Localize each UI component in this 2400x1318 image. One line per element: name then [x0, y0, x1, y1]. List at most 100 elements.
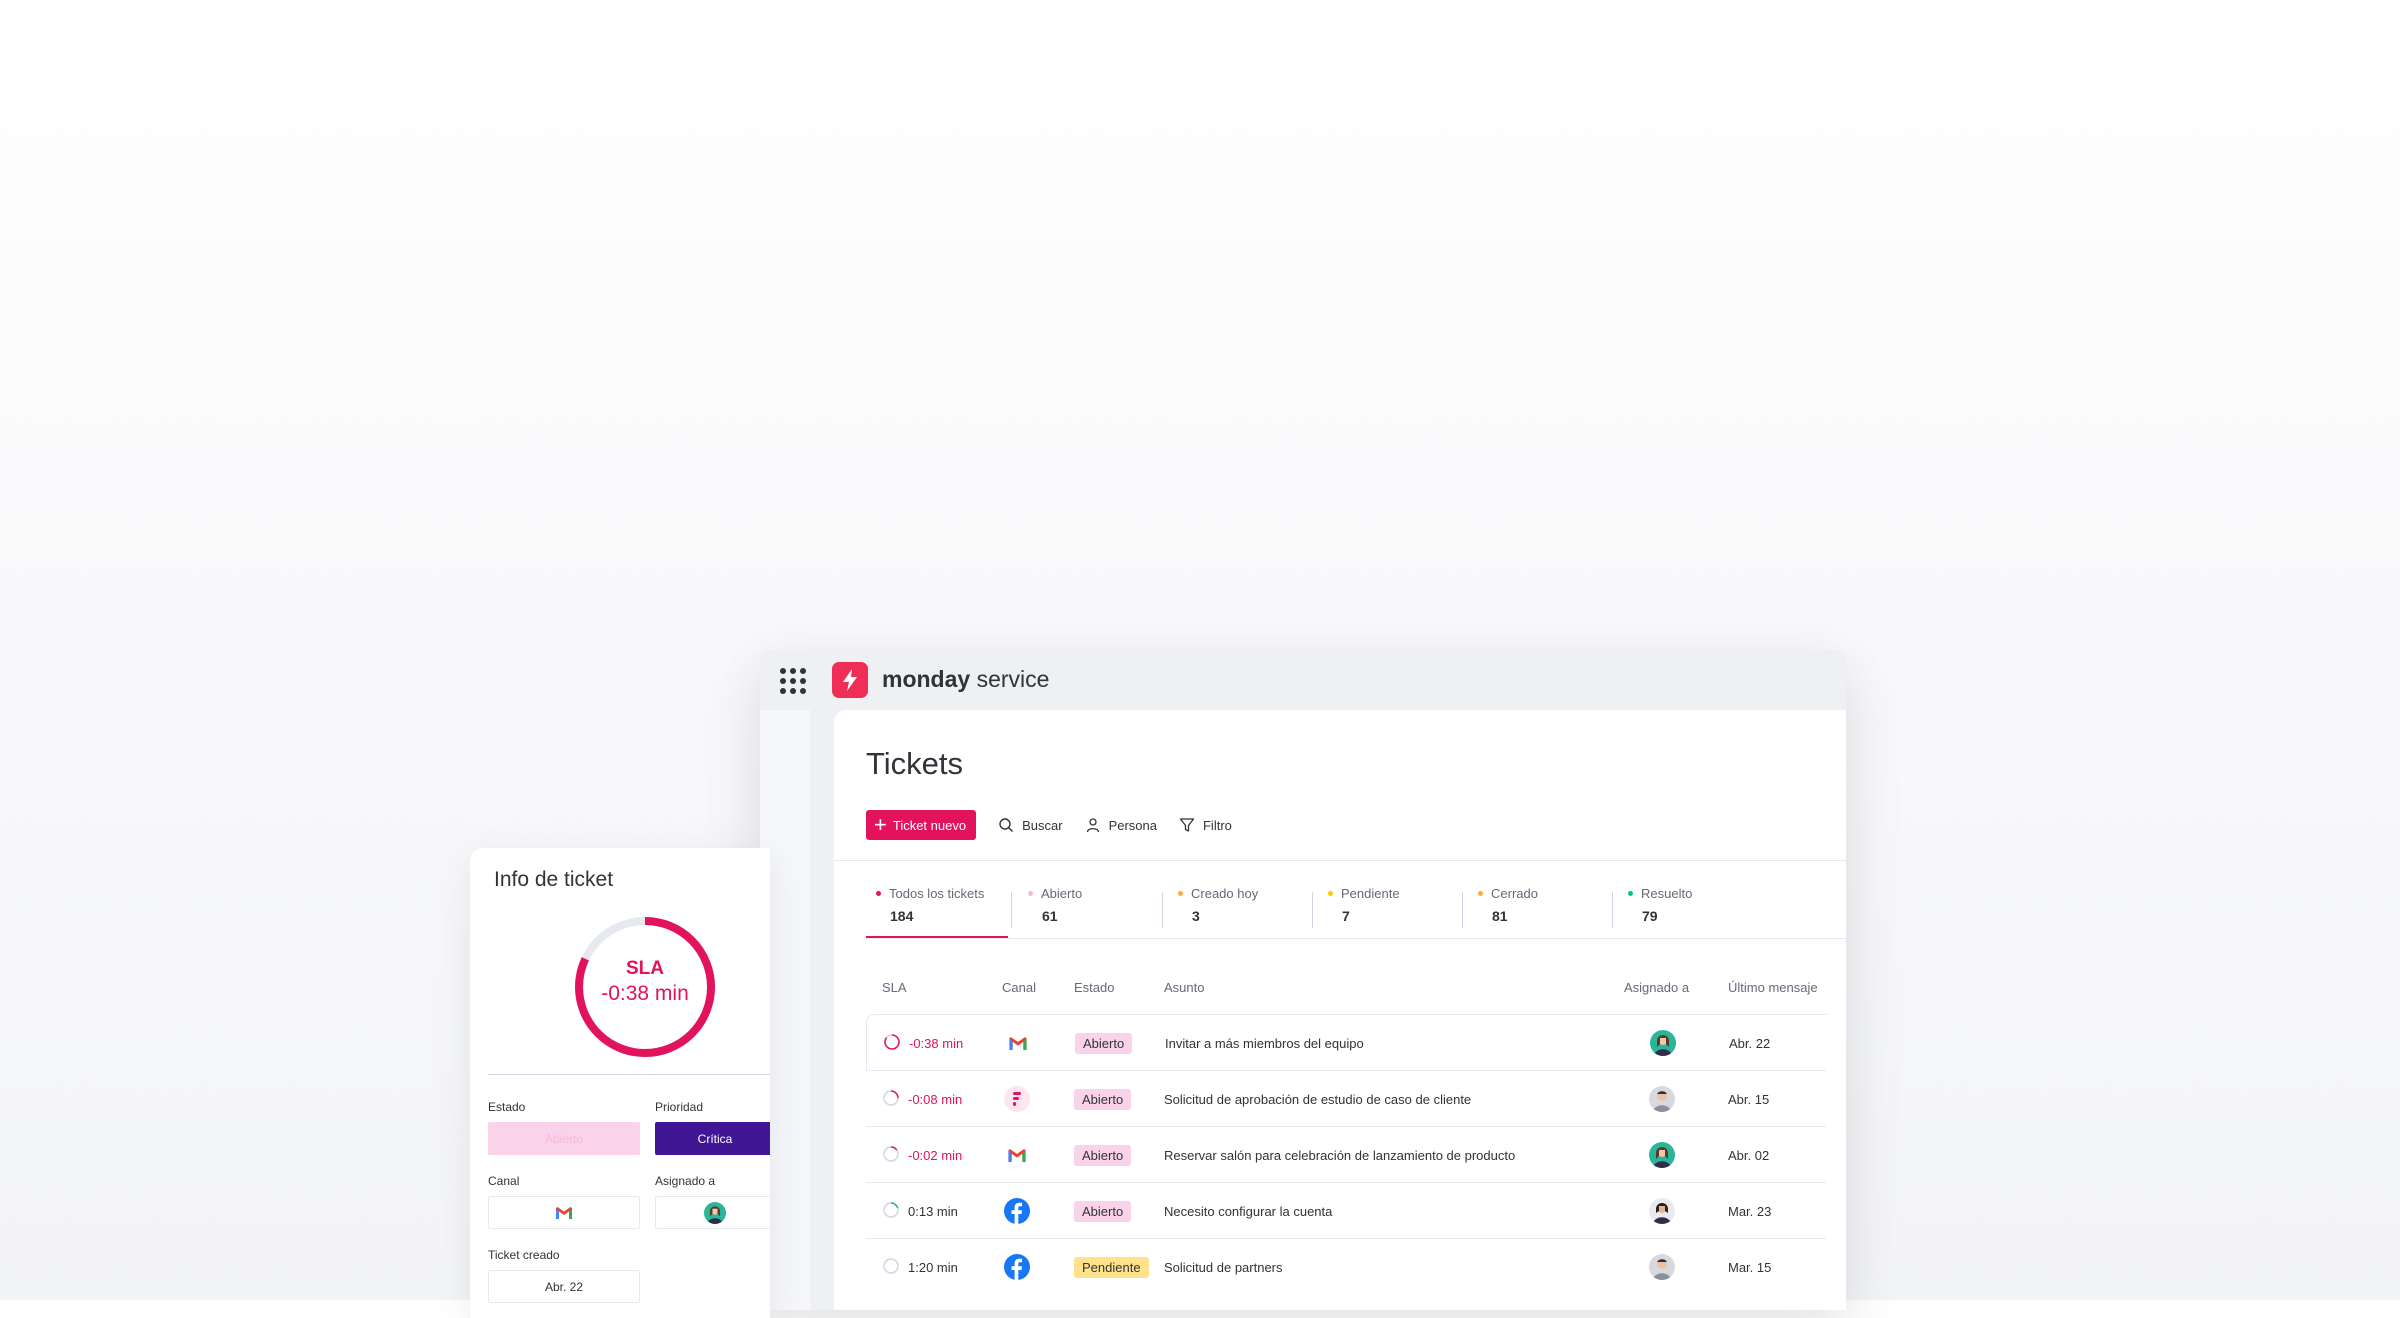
- status-dot: [1028, 891, 1033, 896]
- last-message-cell: Mar. 23: [1728, 1203, 1772, 1219]
- assignee-cell[interactable]: [1648, 1127, 1676, 1183]
- sla-timer-icon: [882, 1201, 900, 1222]
- table-row[interactable]: -0:38 min Abierto Invitar a más miembros d…: [866, 1014, 1827, 1071]
- sla-timer-icon: [883, 1033, 901, 1054]
- tab-count: 7: [1342, 908, 1350, 924]
- subject-cell[interactable]: Solicitud de aprobación de estudio de ca…: [1164, 1071, 1471, 1127]
- sla-cell: -0:02 min: [882, 1127, 962, 1183]
- status-badge: Abierto: [1075, 1032, 1133, 1054]
- asignado-field[interactable]: [655, 1196, 770, 1229]
- ticket-info-panel: Info de ticket SLA -0:38 min Estado Prio…: [470, 848, 770, 1318]
- header-estado[interactable]: Estado: [1074, 980, 1114, 995]
- status-dot: [876, 891, 881, 896]
- header-ultimo-mensaje[interactable]: Último mensaje: [1728, 980, 1818, 995]
- tab-label: Creado hoy: [1191, 886, 1259, 901]
- last-message-cell: Abr. 15: [1728, 1091, 1770, 1107]
- header-sla[interactable]: SLA: [882, 980, 907, 995]
- panel-title: Info de ticket: [494, 868, 614, 891]
- creado-field[interactable]: Abr. 22: [488, 1270, 640, 1303]
- search-button[interactable]: Buscar: [998, 817, 1063, 833]
- estado-field[interactable]: Abierto: [488, 1122, 640, 1155]
- tab-label: Todos los tickets: [889, 886, 985, 901]
- assignee-cell[interactable]: [1649, 1015, 1677, 1071]
- ticket-status-tabs: Todos los tickets 184 Abierto 61 Creado …: [866, 886, 1846, 940]
- app-window: monday service Tickets + Ticket nuevo Bu…: [760, 650, 1846, 1310]
- table-row[interactable]: 1:20 min Pendiente Solicitud de partners Ma…: [866, 1238, 1826, 1295]
- tab-todos[interactable]: Todos los tickets 184: [866, 886, 984, 940]
- subject-cell[interactable]: Reservar salón para celebración de lanza…: [1164, 1127, 1515, 1183]
- sla-time: 1:20 min: [908, 1259, 958, 1275]
- person-button[interactable]: Persona: [1085, 817, 1157, 833]
- status-badge: Abierto: [1074, 1088, 1132, 1110]
- sla-ring-value: -0:38 min: [601, 982, 689, 1005]
- assignee-cell[interactable]: [1648, 1183, 1676, 1239]
- last-message-cell: Abr. 22: [1729, 1035, 1771, 1051]
- assignee-cell[interactable]: [1648, 1071, 1676, 1127]
- main-content: Tickets + Ticket nuevo Buscar Persona Fi…: [834, 710, 1846, 1310]
- avatar: [1649, 1142, 1675, 1168]
- prioridad-field[interactable]: Crítica: [655, 1122, 770, 1155]
- sla-cell: -0:38 min: [883, 1015, 963, 1071]
- assignee-cell[interactable]: [1648, 1239, 1676, 1295]
- table-row[interactable]: 0:13 min Abierto Necesito configurar la cu…: [866, 1182, 1826, 1239]
- tab-divider: [1162, 892, 1163, 928]
- tab-label: Resuelto: [1641, 886, 1693, 901]
- avatar: [1649, 1254, 1675, 1280]
- tab-count: 61: [1042, 908, 1058, 924]
- estado-cell[interactable]: Abierto: [1075, 1015, 1133, 1071]
- tab-resuelto[interactable]: Resuelto 79: [1618, 886, 1692, 940]
- header-asunto[interactable]: Asunto: [1164, 980, 1204, 995]
- tab-divider: [1612, 892, 1613, 928]
- estado-cell[interactable]: Abierto: [1074, 1183, 1132, 1239]
- header-canal[interactable]: Canal: [1002, 980, 1036, 995]
- table-row[interactable]: -0:08 min Abierto Solicitud de aprobación …: [866, 1070, 1826, 1127]
- tab-count: 81: [1492, 908, 1508, 924]
- tab-label: Abierto: [1041, 886, 1083, 901]
- subject-cell[interactable]: Invitar a más miembros del equipo: [1165, 1015, 1364, 1071]
- apps-grid-icon[interactable]: [780, 668, 806, 694]
- subject-cell[interactable]: Solicitud de partners: [1164, 1239, 1283, 1295]
- estado-cell[interactable]: Pendiente: [1074, 1239, 1149, 1295]
- sla-cell: 1:20 min: [882, 1239, 958, 1295]
- prioridad-field-label: Prioridad: [655, 1100, 704, 1114]
- new-ticket-button[interactable]: + Ticket nuevo: [866, 810, 977, 840]
- tab-abierto[interactable]: Abierto 61: [1018, 886, 1082, 940]
- search-label: Buscar: [1022, 817, 1063, 833]
- panel-divider: [488, 1074, 770, 1075]
- gmail-icon: [1003, 1015, 1033, 1071]
- sla-time: 0:13 min: [908, 1203, 958, 1219]
- avatar: [1650, 1030, 1676, 1056]
- gmail-icon: [556, 1206, 572, 1219]
- tabs-divider: [866, 938, 1846, 939]
- asignado-field-label: Asignado a: [655, 1174, 716, 1188]
- tab-label: Cerrado: [1491, 886, 1538, 901]
- canal-field-label: Canal: [488, 1174, 520, 1188]
- tab-count: 3: [1192, 908, 1200, 924]
- monday-service-logo-icon: [832, 662, 868, 698]
- avatar: [1649, 1198, 1675, 1224]
- table-row[interactable]: -0:02 min Abierto Reservar salón para cele…: [866, 1126, 1826, 1183]
- status-dot: [1478, 891, 1483, 896]
- page-title: Tickets: [866, 746, 964, 781]
- toolbar-divider: [834, 860, 1846, 861]
- person-icon: [1086, 818, 1099, 833]
- filter-button[interactable]: Filtro: [1179, 817, 1232, 833]
- tab-creado-hoy[interactable]: Creado hoy 3: [1168, 886, 1258, 940]
- tab-divider: [1462, 892, 1463, 928]
- canal-field[interactable]: [488, 1196, 640, 1229]
- subject-cell[interactable]: Necesito configurar la cuenta: [1164, 1183, 1332, 1239]
- header-asignado[interactable]: Asignado a: [1624, 980, 1689, 995]
- facebook-icon: [1002, 1239, 1032, 1295]
- search-icon: [999, 818, 1014, 832]
- sla-timer-icon: [882, 1089, 900, 1110]
- tab-pendiente[interactable]: Pendiente 7: [1318, 886, 1400, 940]
- tab-cerrado[interactable]: Cerrado 81: [1468, 886, 1538, 940]
- estado-cell[interactable]: Abierto: [1074, 1071, 1132, 1127]
- brand-name: monday service: [882, 666, 1050, 692]
- tab-label: Pendiente: [1341, 886, 1400, 901]
- filter-icon: [1179, 818, 1195, 832]
- filter-label: Filtro: [1202, 817, 1232, 833]
- status-dot: [1628, 891, 1633, 896]
- plus-icon: +: [874, 812, 887, 837]
- estado-cell[interactable]: Abierto: [1074, 1127, 1132, 1183]
